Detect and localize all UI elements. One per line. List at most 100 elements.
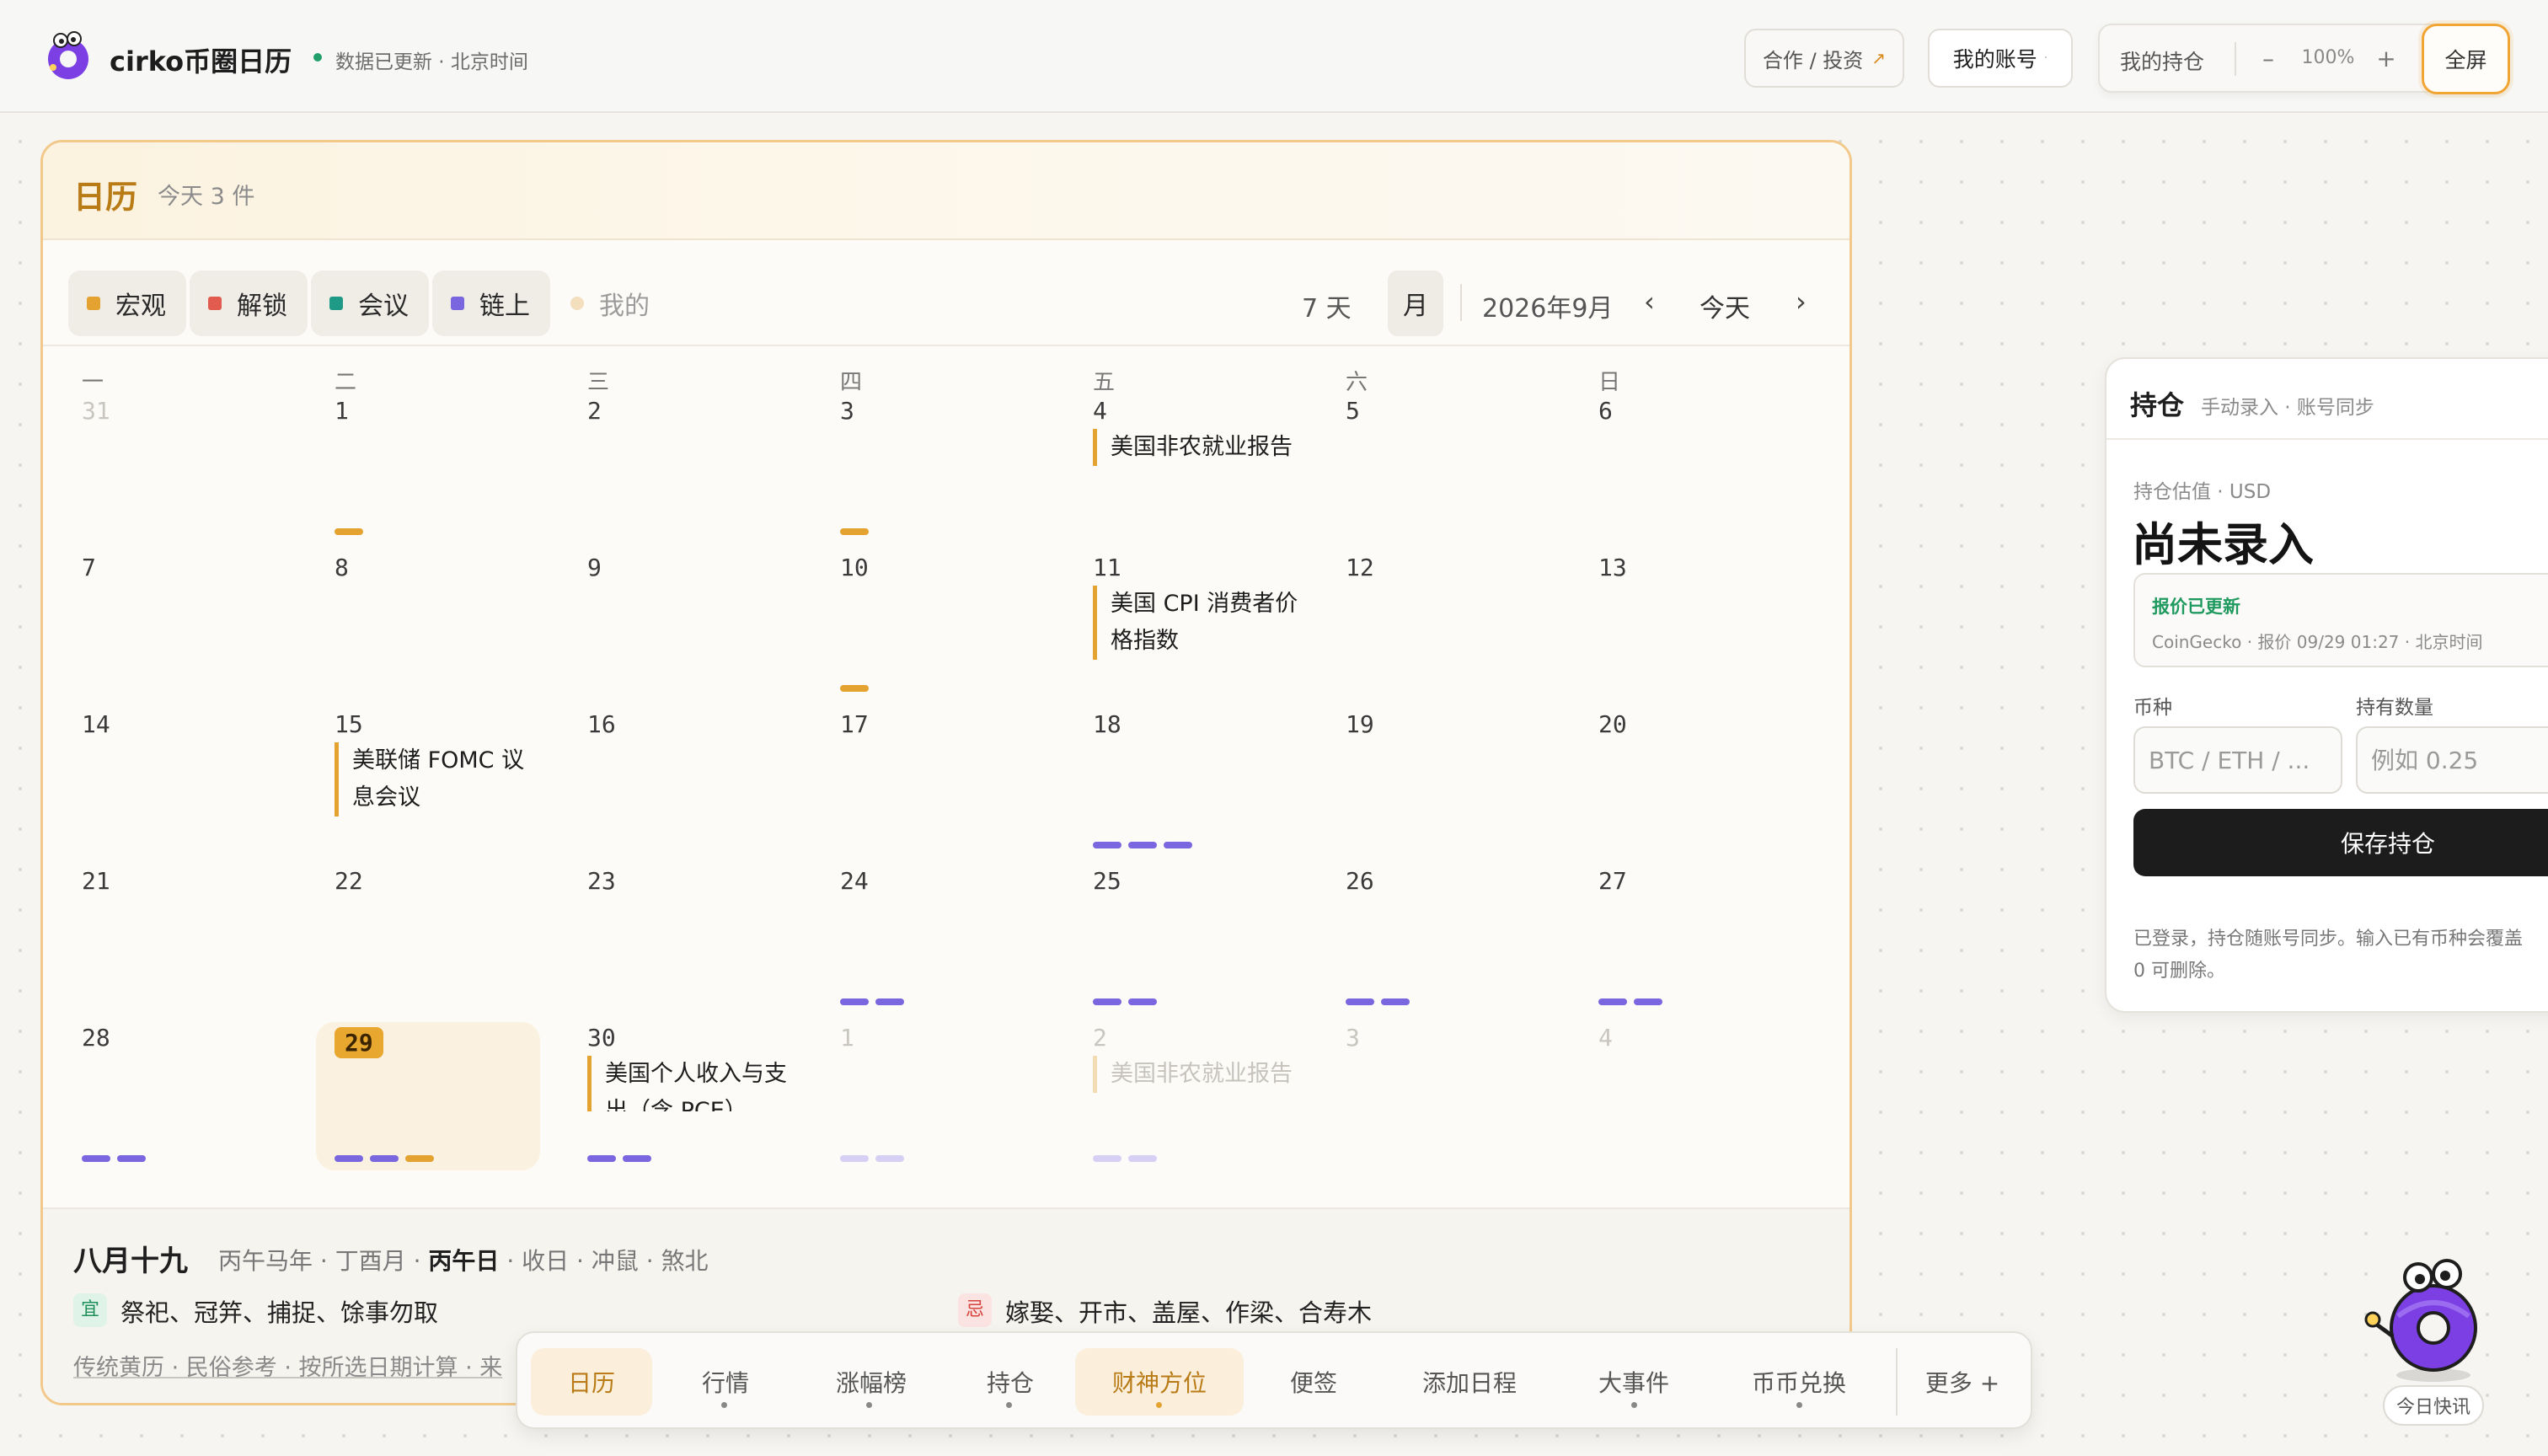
day-number: 15 bbox=[335, 710, 363, 738]
day-cell[interactable]: 1 bbox=[296, 395, 549, 552]
event-indicator bbox=[1093, 842, 1121, 848]
day-number: 1 bbox=[335, 397, 349, 425]
day-number: 26 bbox=[1346, 867, 1374, 895]
zoom-out-button[interactable]: – bbox=[2251, 40, 2285, 78]
my-holdings-button[interactable]: 我的持仓 bbox=[2120, 46, 2204, 76]
holdings-value: 尚未录入 bbox=[2132, 518, 2314, 571]
day-cell[interactable]: 27 bbox=[1560, 865, 1812, 1022]
event-indicator-bars bbox=[1346, 998, 1410, 1007]
day-cell[interactable]: 14 bbox=[43, 709, 296, 865]
day-number: 24 bbox=[840, 867, 869, 895]
day-cell[interactable]: 8 bbox=[296, 552, 549, 709]
day-cell[interactable]: 2 美国非农就业报告 bbox=[1054, 1022, 1307, 1179]
event-indicator bbox=[1128, 1155, 1157, 1162]
day-cell[interactable]: 5 bbox=[1307, 395, 1560, 552]
day-number: 5 bbox=[1346, 397, 1360, 425]
event-indicator bbox=[117, 1155, 146, 1162]
lunar-date: 八月十九 bbox=[73, 1245, 188, 1278]
cirko-logo-icon[interactable] bbox=[42, 29, 94, 83]
day-cell[interactable]: 30 美国个人收入与支出（含 PCE） bbox=[549, 1022, 801, 1179]
day-cell-today[interactable]: 29 bbox=[316, 1022, 540, 1170]
coin-input[interactable] bbox=[2133, 726, 2342, 794]
view-7-days-button[interactable]: 7 天 bbox=[1302, 287, 1352, 324]
day-cell[interactable]: 20 bbox=[1560, 709, 1812, 865]
day-cell[interactable]: 28 bbox=[43, 1022, 296, 1179]
my-account-button[interactable]: 我的账号 · bbox=[1928, 29, 2073, 88]
dock-market-dot bbox=[721, 1402, 727, 1408]
meeting-color-swatch bbox=[329, 297, 343, 310]
day-cell[interactable]: 22 bbox=[296, 865, 549, 1022]
calendar-event[interactable]: 美国非农就业报告 bbox=[1093, 429, 1302, 466]
day-cell[interactable]: 21 bbox=[43, 865, 296, 1022]
day-cell[interactable]: 17 bbox=[801, 709, 1054, 865]
calendar-event[interactable]: 美国非农就业报告 bbox=[1093, 1056, 1302, 1093]
save-holdings-button[interactable]: 保存持仓 bbox=[2133, 809, 2548, 876]
day-cell[interactable]: 3 bbox=[1307, 1022, 1560, 1179]
fullscreen-button[interactable]: 全屏 bbox=[2422, 24, 2510, 94]
day-cell[interactable]: 4 bbox=[1560, 1022, 1812, 1179]
dock-more[interactable]: 更多 + bbox=[1908, 1348, 2017, 1416]
day-cell[interactable]: 7 bbox=[43, 552, 296, 709]
external-link-icon: ↗ bbox=[1871, 48, 1887, 68]
quantity-input[interactable] bbox=[2356, 726, 2548, 794]
day-cell[interactable]: 12 bbox=[1307, 552, 1560, 709]
day-number: 12 bbox=[1346, 554, 1374, 581]
mine-color-swatch bbox=[570, 297, 584, 310]
dock-add-schedule[interactable]: 添加日程 bbox=[1394, 1348, 1545, 1416]
day-number: 23 bbox=[587, 867, 616, 895]
day-cell[interactable]: 9 bbox=[549, 552, 801, 709]
day-cell[interactable]: 4 美国非农就业报告 bbox=[1054, 395, 1307, 552]
weekday-label: 六 bbox=[1346, 370, 1368, 395]
day-cell[interactable]: 15 美联储 FOMC 议息会议 bbox=[296, 709, 549, 865]
calendar-toolbar: 宏观 解锁 会议 链上 我的 7 天 月 2026年9月 ‹ 今天 › bbox=[43, 242, 1849, 346]
day-number: 6 bbox=[1598, 397, 1613, 425]
unlock-color-swatch bbox=[208, 297, 222, 310]
view-month-button[interactable]: 月 bbox=[1388, 270, 1443, 336]
dock-notes[interactable]: 便签 bbox=[1259, 1348, 1368, 1416]
weekday-header: 一二三四五六日 bbox=[43, 365, 1849, 399]
calendar-event[interactable]: 美联储 FOMC 议息会议 bbox=[335, 742, 543, 816]
day-cell[interactable]: 3 bbox=[801, 395, 1054, 552]
filter-unlock[interactable]: 解锁 bbox=[190, 270, 308, 336]
day-cell[interactable]: 11 美国 CPI 消费者价格指数 bbox=[1054, 552, 1307, 709]
day-cell[interactable]: 31 bbox=[43, 395, 296, 552]
calendar-event[interactable]: 美国 CPI 消费者价格指数 bbox=[1093, 586, 1302, 660]
day-cell[interactable]: 26 bbox=[1307, 865, 1560, 1022]
filter-onchain[interactable]: 链上 bbox=[432, 270, 550, 336]
prev-month-button[interactable]: ‹ bbox=[1644, 286, 1655, 318]
day-cell[interactable]: 1 bbox=[801, 1022, 1054, 1179]
filter-macro[interactable]: 宏观 bbox=[68, 270, 186, 336]
day-cell[interactable]: 2 bbox=[549, 395, 801, 552]
suitable-text: 祭祀、冠笄、捕捉、馀事勿取 bbox=[120, 1298, 439, 1327]
day-cell[interactable]: 18 bbox=[1054, 709, 1307, 865]
mascot-icon[interactable] bbox=[2364, 1244, 2499, 1385]
day-cell[interactable]: 23 bbox=[549, 865, 801, 1022]
calendar-event[interactable]: 美国个人收入与支出（含 PCE） bbox=[587, 1056, 796, 1111]
event-indicator bbox=[840, 998, 869, 1005]
next-month-button[interactable]: › bbox=[1796, 286, 1807, 318]
dock-calendar[interactable]: 日历 bbox=[531, 1348, 652, 1416]
filter-meeting[interactable]: 会议 bbox=[311, 270, 429, 336]
weekday-label: 三 bbox=[587, 370, 610, 395]
daily-news-button[interactable]: 今日快讯 bbox=[2383, 1385, 2484, 1426]
day-cell[interactable]: 13 bbox=[1560, 552, 1812, 709]
event-indicator bbox=[335, 1155, 363, 1162]
zoom-in-button[interactable]: + bbox=[2369, 40, 2403, 78]
day-cell[interactable]: 6 bbox=[1560, 395, 1812, 552]
day-cell[interactable]: 19 bbox=[1307, 709, 1560, 865]
calendar-card: 日历 今天 3 件 宏观 解锁 会议 链上 我的 7 天 月 2026年9月 ‹… bbox=[40, 140, 1852, 1405]
day-cell[interactable]: 16 bbox=[549, 709, 801, 865]
brand-title[interactable]: cirko币圈日历 bbox=[110, 40, 292, 79]
day-number: 20 bbox=[1598, 710, 1627, 738]
day-cell[interactable]: 25 bbox=[1054, 865, 1307, 1022]
dock-holdings-dot bbox=[1006, 1402, 1012, 1408]
calendar-title: 日历 bbox=[73, 179, 138, 216]
event-indicator-bars bbox=[335, 528, 363, 537]
day-cell[interactable]: 10 bbox=[801, 552, 1054, 709]
coop-invest-button[interactable]: 合作 / 投资 ↗ bbox=[1744, 29, 1904, 88]
almanac-note-link[interactable]: 传统黄历 · 民俗参考 · 按所选日期计算 · 来 bbox=[73, 1349, 502, 1382]
today-button[interactable]: 今天 bbox=[1700, 287, 1750, 324]
filter-mine[interactable]: 我的 bbox=[552, 270, 670, 336]
coop-invest-label: 合作 / 投资 bbox=[1762, 48, 1864, 72]
day-cell[interactable]: 24 bbox=[801, 865, 1054, 1022]
